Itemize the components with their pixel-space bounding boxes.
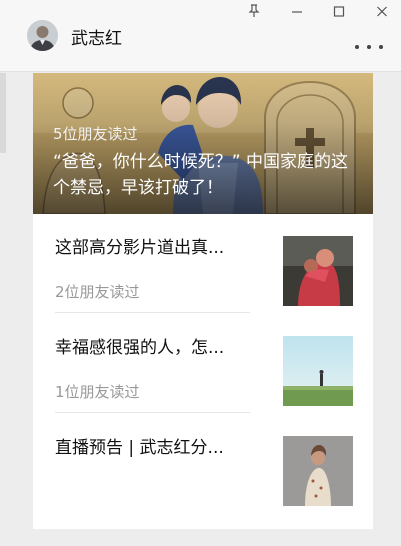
article-title: 幸福感很强的人，怎... (55, 338, 225, 358)
article-item[interactable]: 这部高分影片道出真... 2位朋友读过 (33, 214, 373, 314)
minimize-icon[interactable] (286, 4, 308, 22)
article-friends-read: 1位朋友读过 (55, 383, 140, 401)
account-name[interactable]: 武志红 (71, 24, 122, 49)
hero-article[interactable]: 5位朋友读过 “爸爸，你什么时候死？” 中国家庭的这个禁忌，早该打破了！ (33, 73, 373, 214)
maximize-icon[interactable] (328, 4, 350, 22)
article-title: 直播预告 | 武志红分... (55, 438, 224, 458)
hero-friends-read: 5位朋友读过 (53, 125, 138, 143)
title-bar: 武志红 (0, 0, 401, 72)
article-thumbnail (283, 336, 353, 406)
article-item[interactable]: 幸福感很强的人，怎... 1位朋友读过 (33, 314, 373, 414)
article-title: 这部高分影片道出真... (55, 238, 225, 258)
close-icon[interactable] (371, 4, 393, 22)
article-thumbnail (283, 236, 353, 306)
reader-window: 武志红 5位朋友读过 “爸爸，你什么时候死？” 中国家庭的这个禁忌，早该打破了！… (0, 0, 401, 546)
article-item[interactable]: 直播预告 | 武志红分... (33, 414, 373, 514)
divider (55, 312, 250, 313)
hero-article-title: “爸爸，你什么时候死？” 中国家庭的这个禁忌，早该打破了！ (53, 152, 349, 198)
article-thumbnail (283, 436, 353, 506)
scrollbar[interactable] (0, 73, 6, 153)
divider (55, 412, 250, 413)
article-card: 5位朋友读过 “爸爸，你什么时候死？” 中国家庭的这个禁忌，早该打破了！ 这部高… (33, 73, 373, 529)
account-avatar[interactable] (27, 20, 58, 51)
article-friends-read: 2位朋友读过 (55, 283, 140, 301)
pin-icon[interactable] (243, 4, 265, 22)
more-dots-icon[interactable] (355, 40, 383, 54)
